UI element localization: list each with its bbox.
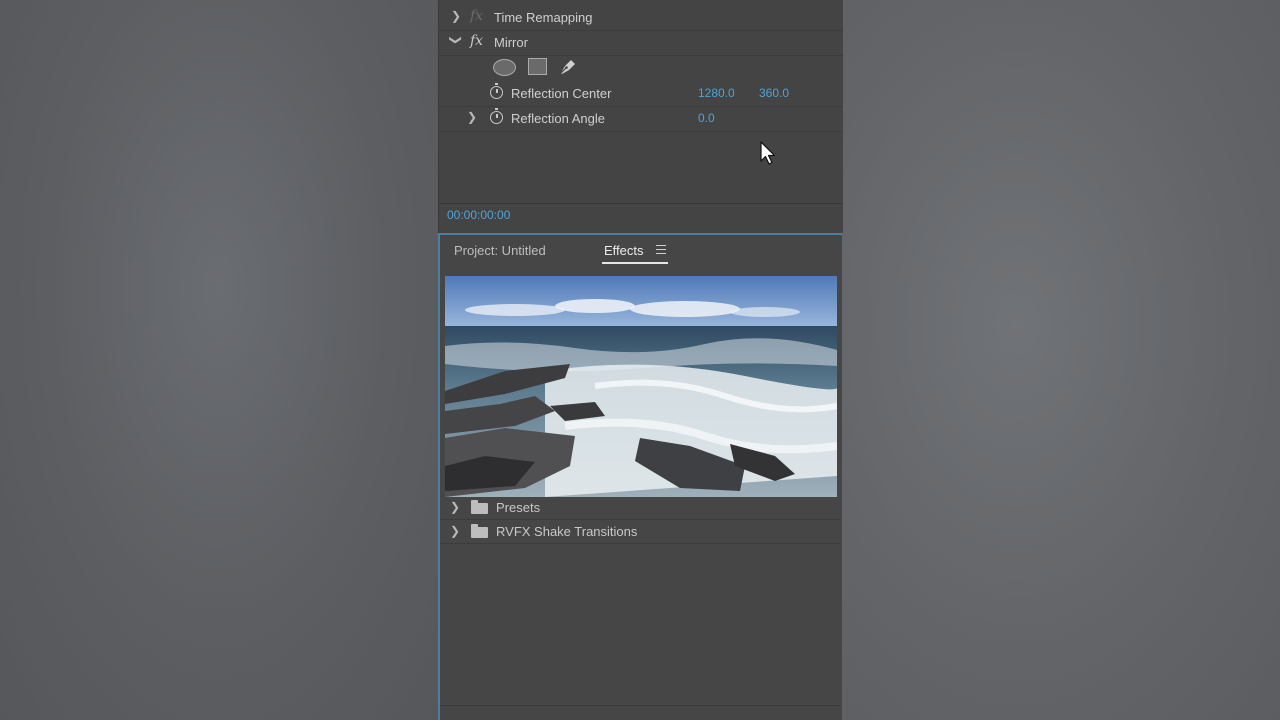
reflection-center-x-value[interactable]: 1280.0 <box>698 86 735 100</box>
ellipse-mask-icon[interactable] <box>493 59 516 76</box>
chevron-right-icon[interactable]: ❯ <box>450 524 460 538</box>
video-preview-thumbnail <box>445 276 837 497</box>
tab-effects[interactable]: Effects <box>604 243 644 258</box>
background-right <box>842 0 1280 720</box>
time-remapping-row[interactable]: ❯ fx Time Remapping <box>439 6 843 31</box>
fx-icon[interactable]: fx <box>470 8 483 24</box>
active-tab-indicator <box>602 262 668 264</box>
reflection-center-y-value[interactable]: 360.0 <box>759 86 789 100</box>
panel-menu-icon[interactable] <box>656 245 666 254</box>
chevron-right-icon[interactable]: ❯ <box>467 110 477 124</box>
reflection-angle-row: ❯ Reflection Angle 0.0 <box>439 107 843 132</box>
fx-icon[interactable]: fx <box>470 33 483 49</box>
chevron-right-icon[interactable]: ❯ <box>450 500 460 514</box>
reflection-center-row: Reflection Center 1280.0 360.0 <box>439 82 843 107</box>
chevron-right-icon[interactable]: ❯ <box>451 9 461 23</box>
presets-label: Presets <box>496 500 541 515</box>
divider <box>439 203 843 204</box>
stopwatch-icon[interactable] <box>490 83 503 99</box>
time-remapping-label: Time Remapping <box>494 10 593 25</box>
timecode-display[interactable]: 00:00:00:00 <box>447 208 510 222</box>
divider <box>440 705 840 706</box>
pen-mask-icon[interactable] <box>558 57 578 75</box>
list-item-rvfx-shake-transitions[interactable]: ❯ RVFX Shake Transitions <box>440 521 840 544</box>
effect-controls-panel: ❯ fx Time Remapping ❯ fx Mirror Reflecti… <box>438 0 843 233</box>
mirror-label: Mirror <box>494 35 528 50</box>
mirror-effect-row[interactable]: ❯ fx Mirror <box>439 31 843 56</box>
reflection-angle-label: Reflection Angle <box>511 111 605 126</box>
mouse-cursor-icon <box>760 141 776 165</box>
rvfx-shake-transitions-label: RVFX Shake Transitions <box>496 524 638 539</box>
list-item-presets[interactable]: ❯ Presets <box>440 497 840 520</box>
folder-icon <box>471 500 488 514</box>
stopwatch-icon[interactable] <box>490 108 503 124</box>
chevron-down-icon[interactable]: ❯ <box>449 35 463 45</box>
reflection-angle-value[interactable]: 0.0 <box>698 111 715 125</box>
folder-star-icon <box>471 524 488 538</box>
effects-panel: Project: Untitled Effects ❯ Presets ❯ RV… <box>438 233 842 720</box>
reflection-center-label: Reflection Center <box>511 86 612 101</box>
background-left <box>0 0 438 720</box>
rectangle-mask-icon[interactable] <box>528 58 547 75</box>
tab-project[interactable]: Project: Untitled <box>454 243 546 258</box>
